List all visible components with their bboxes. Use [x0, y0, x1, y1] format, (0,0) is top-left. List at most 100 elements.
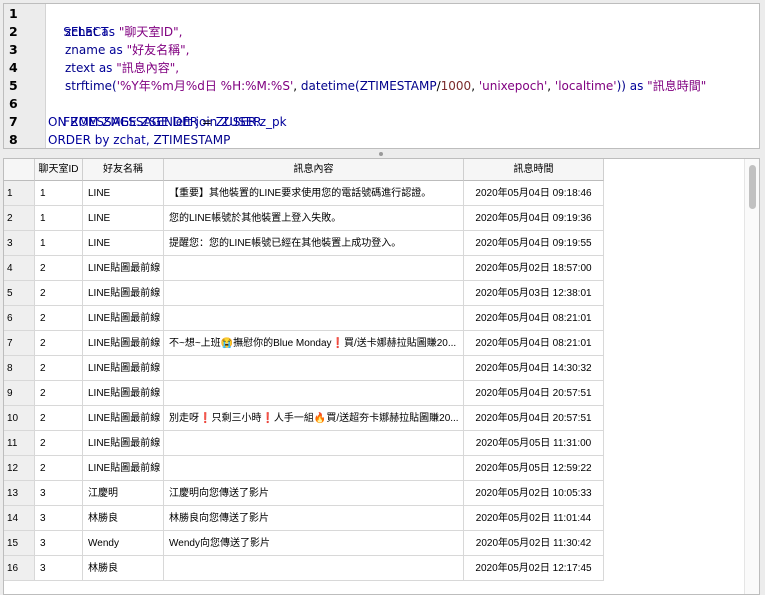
- chat-id-cell[interactable]: 1: [35, 181, 83, 206]
- row-number-cell[interactable]: 7: [4, 331, 35, 356]
- table-row[interactable]: 14 3 林勝良 林勝良向您傳送了影片 2020年05月02日 11:01:44: [4, 506, 604, 531]
- row-number-cell[interactable]: 4: [4, 256, 35, 281]
- table-row[interactable]: 13 3 江慶明 江慶明向您傳送了影片 2020年05月02日 10:05:33: [4, 481, 604, 506]
- row-number-cell[interactable]: 5: [4, 281, 35, 306]
- table-row[interactable]: 4 2 LINE貼圖最前線 2020年05月02日 18:57:00: [4, 256, 604, 281]
- friend-name-cell[interactable]: LINE貼圖最前線: [83, 256, 164, 281]
- friend-name-cell[interactable]: LINE: [83, 231, 164, 256]
- row-number-cell[interactable]: 13: [4, 481, 35, 506]
- message-time-cell[interactable]: 2020年05月02日 12:17:45: [464, 556, 604, 581]
- message-time-cell[interactable]: 2020年05月04日 20:57:51: [464, 406, 604, 431]
- column-header-message-text[interactable]: 訊息內容: [164, 159, 464, 181]
- row-number-cell[interactable]: 9: [4, 381, 35, 406]
- chat-id-cell[interactable]: 2: [35, 306, 83, 331]
- friend-name-cell[interactable]: LINE貼圖最前線: [83, 331, 164, 356]
- vertical-scrollbar[interactable]: [744, 159, 759, 594]
- table-row[interactable]: 16 3 林勝良 2020年05月02日 12:17:45: [4, 556, 604, 581]
- table-row[interactable]: 12 2 LINE貼圖最前線 2020年05月05日 12:59:22: [4, 456, 604, 481]
- pane-splitter[interactable]: [0, 149, 765, 158]
- table-row[interactable]: 8 2 LINE貼圖最前線 2020年05月04日 14:30:32: [4, 356, 604, 381]
- message-time-cell[interactable]: 2020年05月05日 11:31:00: [464, 431, 604, 456]
- message-text-cell[interactable]: [164, 356, 464, 381]
- message-time-cell[interactable]: 2020年05月04日 09:19:36: [464, 206, 604, 231]
- message-text-cell[interactable]: [164, 381, 464, 406]
- row-number-cell[interactable]: 15: [4, 531, 35, 556]
- row-number-cell[interactable]: 11: [4, 431, 35, 456]
- chat-id-cell[interactable]: 1: [35, 231, 83, 256]
- table-row[interactable]: 1 1 LINE 【重要】其他裝置的LINE要求使用您的電話號碼進行認證。 2020年0…: [4, 181, 604, 206]
- friend-name-cell[interactable]: LINE: [83, 206, 164, 231]
- column-header-friend-name[interactable]: 好友名稱: [83, 159, 164, 181]
- sql-editor[interactable]: 1 2 3 4 5 6 7 8 SELECT zchat as "聊天室ID",…: [3, 3, 760, 149]
- friend-name-cell[interactable]: Wendy: [83, 531, 164, 556]
- chat-id-cell[interactable]: 3: [35, 481, 83, 506]
- table-row[interactable]: 15 3 Wendy Wendy向您傳送了影片 2020年05月02日 11:30:42: [4, 531, 604, 556]
- friend-name-cell[interactable]: 江慶明: [83, 481, 164, 506]
- chat-id-cell[interactable]: 2: [35, 356, 83, 381]
- message-time-cell[interactable]: 2020年05月04日 09:18:46: [464, 181, 604, 206]
- row-number-cell[interactable]: 6: [4, 306, 35, 331]
- message-text-cell[interactable]: [164, 306, 464, 331]
- chat-id-cell[interactable]: 2: [35, 331, 83, 356]
- table-row[interactable]: 7 2 LINE貼圖最前線 不~想~上班😭撫慰你的Blue Monday❗買/送卡娜赫…: [4, 331, 604, 356]
- message-time-cell[interactable]: 2020年05月05日 12:59:22: [464, 456, 604, 481]
- friend-name-cell[interactable]: LINE貼圖最前線: [83, 456, 164, 481]
- message-text-cell[interactable]: [164, 281, 464, 306]
- message-text-cell[interactable]: 您的LINE帳號於其他裝置上登入失敗。: [164, 206, 464, 231]
- row-number-cell[interactable]: 1: [4, 181, 35, 206]
- message-time-cell[interactable]: 2020年05月02日 11:30:42: [464, 531, 604, 556]
- row-number-cell[interactable]: 10: [4, 406, 35, 431]
- message-time-cell[interactable]: 2020年05月03日 12:38:01: [464, 281, 604, 306]
- chat-id-cell[interactable]: 2: [35, 431, 83, 456]
- message-text-cell[interactable]: 【重要】其他裝置的LINE要求使用您的電話號碼進行認證。: [164, 181, 464, 206]
- friend-name-cell[interactable]: LINE貼圖最前線: [83, 306, 164, 331]
- chat-id-cell[interactable]: 2: [35, 406, 83, 431]
- message-text-cell[interactable]: 江慶明向您傳送了影片: [164, 481, 464, 506]
- row-number-cell[interactable]: 12: [4, 456, 35, 481]
- message-text-cell[interactable]: [164, 256, 464, 281]
- scrollbar-thumb[interactable]: [749, 165, 756, 209]
- message-time-cell[interactable]: 2020年05月04日 08:21:01: [464, 331, 604, 356]
- friend-name-cell[interactable]: 林勝良: [83, 556, 164, 581]
- message-text-cell[interactable]: [164, 556, 464, 581]
- table-row[interactable]: 11 2 LINE貼圖最前線 2020年05月05日 11:31:00: [4, 431, 604, 456]
- message-time-cell[interactable]: 2020年05月04日 09:19:55: [464, 231, 604, 256]
- chat-id-cell[interactable]: 2: [35, 256, 83, 281]
- message-text-cell[interactable]: [164, 456, 464, 481]
- chat-id-cell[interactable]: 3: [35, 506, 83, 531]
- message-time-cell[interactable]: 2020年05月02日 18:57:00: [464, 256, 604, 281]
- friend-name-cell[interactable]: LINE貼圖最前線: [83, 431, 164, 456]
- friend-name-cell[interactable]: LINE: [83, 181, 164, 206]
- friend-name-cell[interactable]: LINE貼圖最前線: [83, 406, 164, 431]
- chat-id-cell[interactable]: 2: [35, 456, 83, 481]
- message-time-cell[interactable]: 2020年05月04日 08:21:01: [464, 306, 604, 331]
- table-row[interactable]: 3 1 LINE 提醒您：您的LINE帳號已經在其他裝置上成功登入。 2020年05月0…: [4, 231, 604, 256]
- results-grid[interactable]: 聊天室ID 好友名稱 訊息內容 訊息時間 1 1 LINE 【重要】其他裝置的LINE…: [3, 158, 760, 595]
- message-text-cell[interactable]: [164, 431, 464, 456]
- friend-name-cell[interactable]: LINE貼圖最前線: [83, 281, 164, 306]
- message-text-cell[interactable]: 別走呀❗只剩三小時❗人手一組🔥買/送超夯卡娜赫拉貼圖賺20...: [164, 406, 464, 431]
- column-header-chat-id[interactable]: 聊天室ID: [35, 159, 83, 181]
- chat-id-cell[interactable]: 2: [35, 381, 83, 406]
- table-row[interactable]: 10 2 LINE貼圖最前線 別走呀❗只剩三小時❗人手一組🔥買/送超夯卡娜赫拉貼圖賺2…: [4, 406, 604, 431]
- message-text-cell[interactable]: 林勝良向您傳送了影片: [164, 506, 464, 531]
- row-number-cell[interactable]: 3: [4, 231, 35, 256]
- chat-id-cell[interactable]: 3: [35, 531, 83, 556]
- table-row[interactable]: 2 1 LINE 您的LINE帳號於其他裝置上登入失敗。 2020年05月04日 09:…: [4, 206, 604, 231]
- message-text-cell[interactable]: Wendy向您傳送了影片: [164, 531, 464, 556]
- message-time-cell[interactable]: 2020年05月02日 10:05:33: [464, 481, 604, 506]
- table-row[interactable]: 9 2 LINE貼圖最前線 2020年05月04日 20:57:51: [4, 381, 604, 406]
- row-number-cell[interactable]: 8: [4, 356, 35, 381]
- friend-name-cell[interactable]: 林勝良: [83, 506, 164, 531]
- chat-id-cell[interactable]: 2: [35, 281, 83, 306]
- message-time-cell[interactable]: 2020年05月02日 11:01:44: [464, 506, 604, 531]
- message-text-cell[interactable]: 不~想~上班😭撫慰你的Blue Monday❗買/送卡娜赫拉貼圖賺20...: [164, 331, 464, 356]
- table-row[interactable]: 5 2 LINE貼圖最前線 2020年05月03日 12:38:01: [4, 281, 604, 306]
- table-row[interactable]: 6 2 LINE貼圖最前線 2020年05月04日 08:21:01: [4, 306, 604, 331]
- message-time-cell[interactable]: 2020年05月04日 20:57:51: [464, 381, 604, 406]
- chat-id-cell[interactable]: 1: [35, 206, 83, 231]
- friend-name-cell[interactable]: LINE貼圖最前線: [83, 356, 164, 381]
- row-number-cell[interactable]: 2: [4, 206, 35, 231]
- message-time-cell[interactable]: 2020年05月04日 14:30:32: [464, 356, 604, 381]
- row-number-cell[interactable]: 16: [4, 556, 35, 581]
